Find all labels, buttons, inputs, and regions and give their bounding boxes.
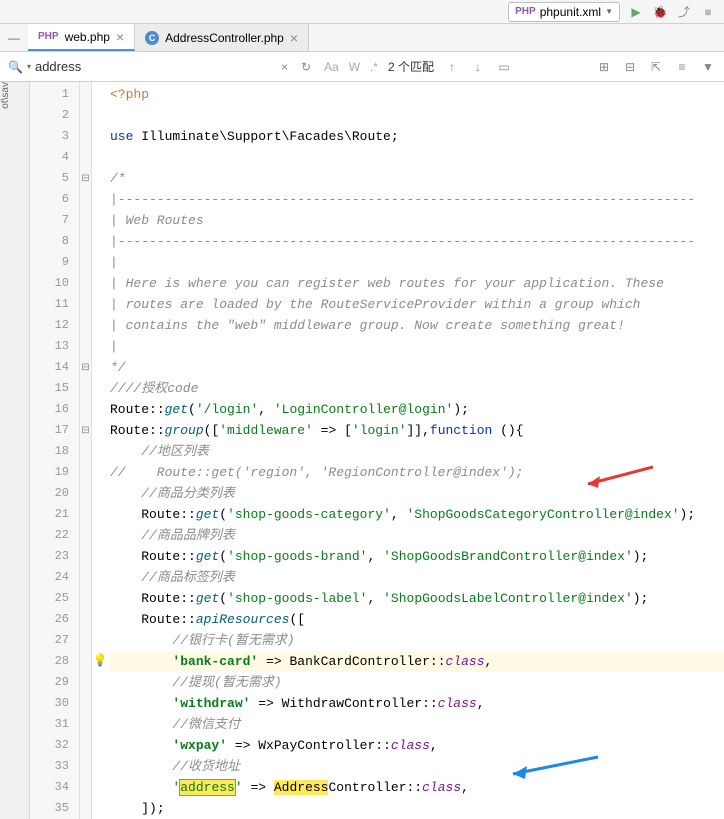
search-history-icon[interactable]: ▾ bbox=[27, 62, 31, 71]
select-all-icon[interactable]: ▭ bbox=[496, 59, 512, 75]
search-history-dropdown-icon[interactable]: ↻ bbox=[298, 59, 314, 75]
next-match-icon[interactable]: ↓ bbox=[470, 59, 486, 75]
stop-icon[interactable]: ■ bbox=[700, 4, 716, 20]
tab-address-controller[interactable]: C AddressController.php × bbox=[135, 24, 309, 51]
project-tool-strip[interactable]: ot\sav bbox=[0, 82, 30, 819]
search-input[interactable] bbox=[35, 59, 277, 74]
search-icon: 🔍 bbox=[8, 60, 23, 74]
intention-bulb-icon[interactable]: 💡 bbox=[92, 651, 108, 672]
minimize-icon[interactable]: — bbox=[0, 31, 28, 45]
export-icon[interactable]: ⇱ bbox=[648, 59, 664, 75]
editor-tabs: — PHP web.php × C AddressController.php … bbox=[0, 24, 724, 52]
line-number-gutter: 1234567891011121314151617181920212223242… bbox=[30, 82, 80, 819]
close-icon[interactable]: × bbox=[290, 30, 298, 46]
run-coverage-icon[interactable]: ⤴ bbox=[676, 4, 692, 20]
run-icon[interactable]: ▶ bbox=[628, 4, 644, 20]
search-match: Address bbox=[274, 780, 329, 795]
top-toolbar: PHP phpunit.xml ▼ ▶ 🐞 ⤴ ■ bbox=[0, 0, 724, 24]
run-configuration-selector[interactable]: PHP phpunit.xml ▼ bbox=[508, 2, 620, 22]
filter-icon[interactable]: ▼ bbox=[700, 59, 716, 75]
tab-web-php[interactable]: PHP web.php × bbox=[28, 24, 135, 51]
editor-area: ot\sav 123456789101112131415161718192021… bbox=[0, 82, 724, 819]
fold-gutter: ⊟ ⊟ ⊟ bbox=[80, 82, 92, 819]
run-config-name: phpunit.xml bbox=[540, 5, 601, 19]
php-icon: PHP bbox=[515, 6, 536, 17]
close-icon[interactable]: × bbox=[116, 29, 124, 45]
tab-label: AddressController.php bbox=[165, 31, 284, 45]
remove-selection-icon[interactable]: ⊟ bbox=[622, 59, 638, 75]
regex-toggle[interactable]: .* bbox=[370, 60, 378, 74]
fold-icon[interactable]: ⊟ bbox=[80, 357, 91, 378]
clear-search-icon[interactable]: × bbox=[281, 60, 288, 74]
whole-word-toggle[interactable]: W bbox=[349, 60, 360, 74]
match-case-toggle[interactable]: Aa bbox=[324, 60, 339, 74]
tab-label: web.php bbox=[65, 30, 110, 44]
code-editor[interactable]: <?php use Illuminate\Support\Facades\Rou… bbox=[108, 82, 724, 819]
match-count: 2 个匹配 bbox=[388, 58, 434, 75]
add-selection-icon[interactable]: ⊞ bbox=[596, 59, 612, 75]
fold-icon[interactable]: ⊟ bbox=[80, 420, 91, 441]
prev-match-icon[interactable]: ↑ bbox=[444, 59, 460, 75]
class-icon: C bbox=[145, 31, 159, 45]
php-file-icon: PHP bbox=[38, 31, 59, 42]
project-path-label: ot\sav bbox=[0, 82, 11, 113]
chevron-down-icon: ▼ bbox=[605, 7, 613, 16]
fold-icon[interactable]: ⊟ bbox=[80, 168, 91, 189]
settings-icon[interactable]: ≡ bbox=[674, 59, 690, 75]
debug-icon[interactable]: 🐞 bbox=[652, 4, 668, 20]
search-match-current: address bbox=[180, 780, 235, 795]
editor-icons-gutter: 💡 bbox=[92, 82, 108, 819]
find-bar: 🔍 ▾ × ↻ Aa W .* 2 个匹配 ↑ ↓ ▭ ⊞ ⊟ ⇱ ≡ ▼ bbox=[0, 52, 724, 82]
